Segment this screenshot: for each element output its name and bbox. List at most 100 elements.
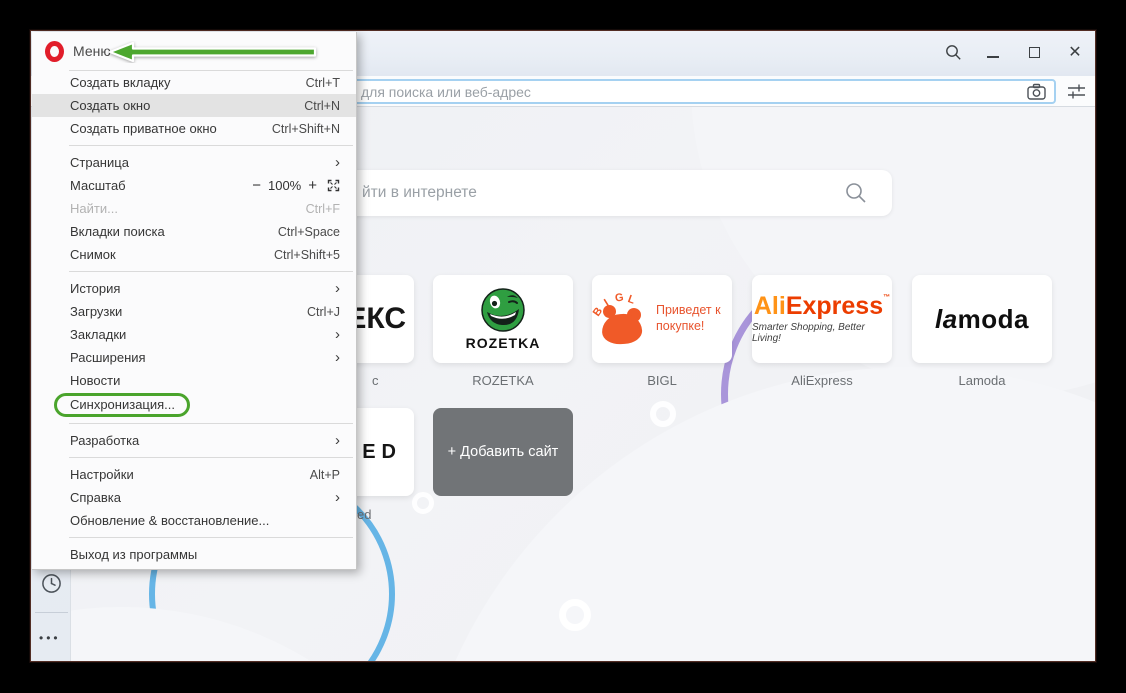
more-options-icon[interactable]: ••• [39,631,61,645]
menu-item-zoom[interactable]: Масштаб − 100% + [32,174,356,197]
chevron-right-icon: › [335,280,340,297]
fullscreen-icon[interactable] [327,179,340,192]
lamoda-logo-la: la [934,303,958,334]
menu-item-label: Обновление & восстановление... [70,513,270,528]
rozetka-logo: ROZETKA [466,287,541,351]
add-site-label: + Добавить сайт [447,444,559,460]
lamoda-logo: lamoda [935,304,1029,335]
maximize-button[interactable] [1023,41,1045,63]
menu-item-bookmarks[interactable]: Закладки › [32,323,356,346]
aliexpress-logo-ali: Ali [753,292,786,320]
sidebar-separator [35,612,68,613]
minimize-icon [987,56,999,58]
menu-separator [69,145,353,146]
menu-item-find[interactable]: Найти... Ctrl+F [32,197,356,220]
address-placeholder: для поиска или веб-адрес [361,84,531,100]
speed-dial-search-placeholder: йти в интернете [362,184,477,201]
tile-label-bigl: BIGL [647,373,677,388]
menu-item-shortcut: Ctrl+Shift+N [271,121,340,136]
menu-item-label: Создать вкладку [70,75,171,90]
trademark-symbol: ™ [883,294,891,301]
tune-settings-icon[interactable] [1067,83,1086,100]
browser-window: ✕ для поиска или веб-адрес йти в интерне… [30,30,1096,662]
close-button[interactable]: ✕ [1064,41,1086,63]
menu-item-update-recovery[interactable]: Обновление & восстановление... [32,509,356,532]
menu-item-shortcut: Ctrl+J [307,304,340,319]
menu-item-label: Масштаб [70,178,126,193]
menu-item-synchronization[interactable]: Синхронизация... [32,392,356,418]
menu-item-label: Найти... [70,201,118,216]
menu-item-page[interactable]: Страница › [32,151,356,174]
decor-white-ring [650,401,676,427]
tile-aliexpress[interactable]: AliExpress™ Smarter Shopping, Better Liv… [752,275,892,363]
menu-item-label: История [70,281,121,296]
aliexpress-logo: AliExpress™ Smarter Shopping, Better Liv… [752,292,892,345]
menu-item-shortcut: Ctrl+T [305,75,340,90]
green-circle-annotation: Синхронизация... [54,393,191,417]
menu-item-tab-search[interactable]: Вкладки поиска Ctrl+Space [32,220,356,243]
menu-item-downloads[interactable]: Загрузки Ctrl+J [32,300,356,323]
menu-item-label: Справка [70,490,121,505]
menu-item-label: Выход из программы [70,547,198,562]
chevron-right-icon: › [335,326,340,343]
chevron-right-icon: › [335,432,340,449]
tile-bigl[interactable]: B I G L Приведет к покупке! [591,275,732,363]
menu-item-new-window[interactable]: Создать окно Ctrl+N [32,94,356,117]
maximize-icon [1028,46,1040,58]
tile-label-lamoda: Lamoda [958,373,1006,388]
search-icon [945,44,961,60]
rozetka-smiley-icon [481,288,525,332]
bigl-tagline: Приведет к покупке! [656,303,721,333]
zoom-in-button[interactable]: + [308,177,317,194]
aliexpress-logo-express: Express [785,292,884,320]
menu-item-help[interactable]: Справка › [32,486,356,509]
menu-item-news[interactable]: Новости [32,369,356,392]
history-clock-icon[interactable] [41,573,62,594]
camera-snapshot-icon[interactable] [1026,83,1047,101]
menu-item-label: Закладки [70,327,127,342]
decor-white-ring [559,599,591,631]
menu-item-shortcut: Ctrl+N [304,98,340,113]
menu-item-label: Загрузки [70,304,123,319]
tile-label-prived: ed [357,507,372,522]
menu-item-exit[interactable]: Выход из программы [32,543,356,566]
rozetka-logo-text: ROZETKA [465,335,541,351]
green-arrow-annotation [108,41,317,63]
menu-item-shortcut: Ctrl+F [305,201,340,216]
menu-item-label: Страница [70,155,129,170]
search-button[interactable] [942,41,964,63]
search-icon [846,183,866,203]
opera-logo-icon[interactable] [45,40,64,62]
menu-item-shortcut: Ctrl+Space [277,224,340,239]
menu-item-shortcut: Ctrl+Shift+5 [273,247,340,262]
menu-item-snapshot[interactable]: Снимок Ctrl+Shift+5 [32,243,356,266]
menu-separator [69,271,353,272]
tile-rozetka[interactable]: ROZETKA [433,275,573,363]
chevron-right-icon: › [335,154,340,171]
menu-item-label: Новости [70,373,121,388]
menu-item-new-tab[interactable]: Создать вкладку Ctrl+T [32,71,356,94]
tile-label-aliexpress: AliExpress [791,373,853,388]
opera-menu-panel: Меню Создать вкладку Ctrl+T Создать окно… [32,32,357,570]
menu-separator [69,423,353,424]
aliexpress-tagline: Smarter Shopping, Better Living! [752,322,865,344]
menu-item-label: Снимок [70,247,116,262]
add-site-button[interactable]: + Добавить сайт [433,408,573,496]
chevron-right-icon: › [335,349,340,366]
menu-item-label: Создать приватное окно [70,121,217,136]
bigl-letter: G [614,291,625,305]
menu-item-history[interactable]: История › [32,277,356,300]
menu-item-new-private-window[interactable]: Создать приватное окно Ctrl+Shift+N [32,117,356,140]
menu-item-extensions[interactable]: Расширения › [32,346,356,369]
menu-separator [69,457,353,458]
menu-item-developer[interactable]: Разработка › [32,429,356,452]
zoom-out-button[interactable]: − [252,177,261,194]
minimize-button[interactable] [982,41,1004,63]
decor-white-ring [412,492,434,514]
menu-item-shortcut: Alt+P [309,467,340,482]
zoom-controls: − 100% + [252,177,340,194]
menu-item-settings[interactable]: Настройки Alt+P [32,463,356,486]
tile-label-rozetka: ROZETKA [472,373,534,388]
bigl-letter: L [626,293,637,307]
tile-lamoda[interactable]: lamoda [912,275,1052,363]
